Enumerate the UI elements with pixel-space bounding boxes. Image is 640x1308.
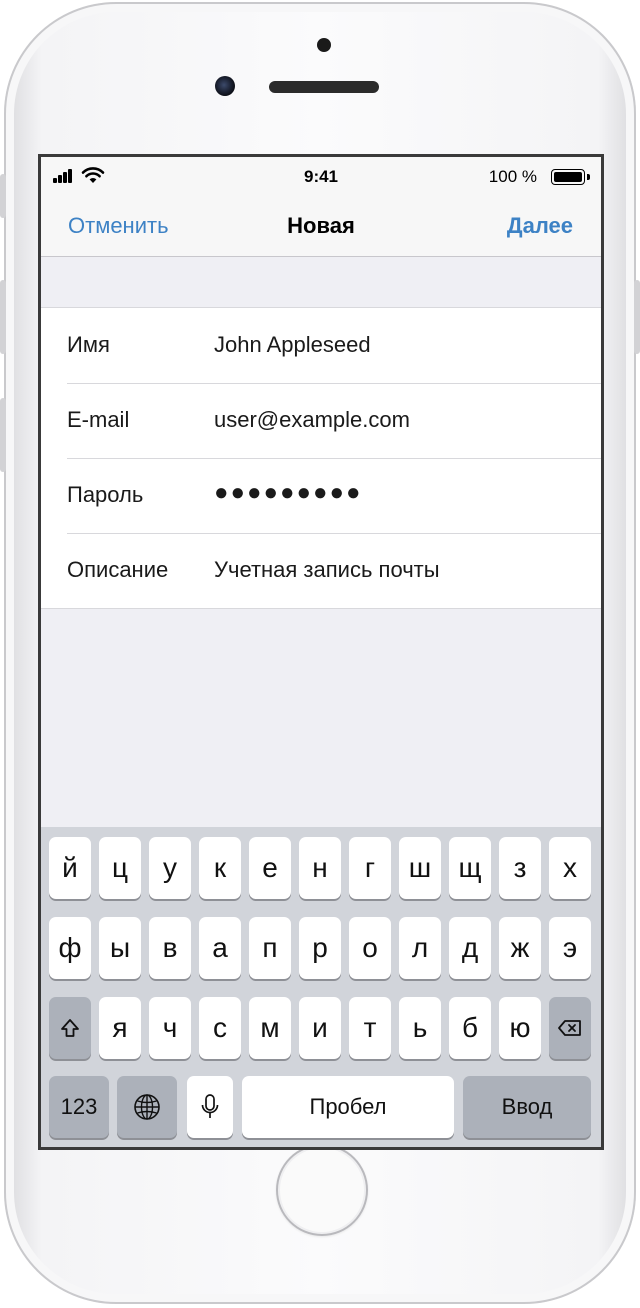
battery-percentage: 100 % — [488, 167, 537, 186]
key[interactable]: у — [149, 837, 191, 899]
key[interactable]: н — [299, 837, 341, 899]
key[interactable]: м — [249, 997, 291, 1059]
globe-key[interactable] — [117, 1076, 177, 1138]
battery-cap — [587, 174, 590, 180]
key[interactable]: а — [199, 917, 241, 979]
keyboard: й ц у к е н г ш щ з х ф ы в а п р о л д … — [41, 827, 601, 1147]
key[interactable]: с — [199, 997, 241, 1059]
microphone-key[interactable] — [187, 1076, 233, 1138]
key[interactable]: л — [399, 917, 441, 979]
key[interactable]: ь — [399, 997, 441, 1059]
description-field[interactable]: Учетная запись почты — [214, 557, 440, 583]
key[interactable]: я — [99, 997, 141, 1059]
key[interactable]: т — [349, 997, 391, 1059]
key[interactable]: о — [349, 917, 391, 979]
password-field[interactable]: ●●●●●●●●● — [214, 479, 362, 507]
navigation-bar: Отменить Новая Далее — [41, 197, 601, 257]
name-field[interactable]: John Appleseed — [214, 332, 371, 358]
key[interactable]: й — [49, 837, 91, 899]
space-key[interactable]: Пробел — [242, 1076, 454, 1138]
power-button — [634, 280, 640, 354]
key[interactable]: ж — [499, 917, 541, 979]
battery-icon — [551, 169, 585, 185]
key[interactable]: д — [449, 917, 491, 979]
account-form: Имя John Appleseed E-mail user@example.c… — [41, 307, 601, 609]
key[interactable]: к — [199, 837, 241, 899]
key[interactable]: ы — [99, 917, 141, 979]
password-row[interactable]: Пароль ●●●●●●●●● — [41, 458, 601, 533]
description-row[interactable]: Описание Учетная запись почты — [41, 533, 601, 608]
email-row[interactable]: E-mail user@example.com — [41, 383, 601, 458]
key[interactable]: ц — [99, 837, 141, 899]
return-key[interactable]: Ввод — [463, 1076, 591, 1138]
name-label: Имя — [67, 332, 110, 357]
numbers-key[interactable]: 123 — [49, 1076, 109, 1138]
key[interactable]: х — [549, 837, 591, 899]
key[interactable]: в — [149, 917, 191, 979]
front-camera-icon — [215, 76, 235, 96]
globe-icon — [134, 1094, 160, 1120]
backspace-icon — [558, 1020, 581, 1036]
key[interactable]: щ — [449, 837, 491, 899]
email-field[interactable]: user@example.com — [214, 407, 410, 433]
password-label: Пароль — [67, 482, 144, 507]
key[interactable]: б — [449, 997, 491, 1059]
key[interactable]: ф — [49, 917, 91, 979]
home-button[interactable] — [276, 1144, 368, 1236]
proximity-sensor — [317, 38, 331, 52]
key[interactable]: и — [299, 997, 341, 1059]
shift-icon — [61, 1019, 79, 1037]
key[interactable]: е — [249, 837, 291, 899]
key[interactable]: ш — [399, 837, 441, 899]
key[interactable]: з — [499, 837, 541, 899]
key[interactable]: г — [349, 837, 391, 899]
key[interactable]: п — [249, 917, 291, 979]
shift-key[interactable] — [49, 997, 91, 1059]
screen: 9:41 100 % Отменить Новая Далее Имя John… — [41, 157, 601, 1147]
delete-key[interactable] — [549, 997, 591, 1059]
key[interactable]: ю — [499, 997, 541, 1059]
next-button[interactable]: Далее — [507, 213, 573, 239]
earpiece-speaker — [269, 81, 379, 93]
volume-up-button — [0, 280, 6, 354]
key[interactable]: ч — [149, 997, 191, 1059]
microphone-icon — [201, 1094, 219, 1118]
name-row[interactable]: Имя John Appleseed — [41, 308, 601, 383]
description-label: Описание — [67, 557, 169, 582]
email-label: E-mail — [67, 407, 130, 432]
status-bar: 9:41 100 % — [41, 157, 601, 197]
mute-switch — [0, 174, 6, 218]
key[interactable]: э — [549, 917, 591, 979]
volume-down-button — [0, 398, 6, 472]
key[interactable]: р — [299, 917, 341, 979]
